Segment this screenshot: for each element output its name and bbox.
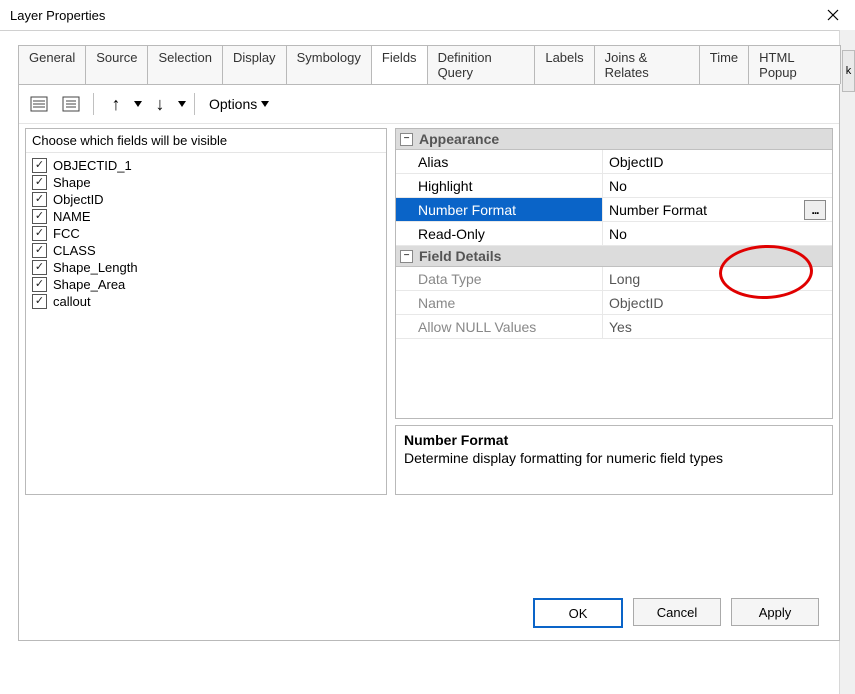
description-text: Determine display formatting for numeric… [404, 450, 824, 466]
fields-visibility-header: Choose which fields will be visible [26, 129, 386, 153]
propgrid-label: Read-Only [396, 222, 603, 245]
toolbar-separator [194, 93, 195, 115]
field-name: ObjectID [53, 192, 104, 207]
propgrid-row[interactable]: Read-OnlyNo [396, 222, 832, 246]
propgrid-value[interactable]: ObjectID [603, 150, 832, 173]
field-item[interactable]: ✓ callout [30, 293, 382, 310]
field-item[interactable]: ✓ OBJECTID_1 [30, 157, 382, 174]
field-name: callout [53, 294, 91, 309]
tab-fields[interactable]: Fields [371, 45, 428, 84]
move-down-button[interactable]: ↓ [146, 90, 174, 118]
propgrid-label: Name [396, 291, 603, 314]
propgrid-value[interactable]: Long [603, 267, 832, 290]
tab-joins-relates[interactable]: Joins & Relates [594, 45, 700, 84]
tab-time[interactable]: Time [699, 45, 749, 84]
tab-source[interactable]: Source [85, 45, 148, 84]
collapse-icon[interactable]: − [400, 250, 413, 263]
fields-toolbar: ↑ ↓ Options [19, 85, 839, 124]
propgrid-value[interactable]: Number Format... [603, 198, 832, 221]
chevron-down-icon [261, 101, 269, 107]
propgrid-label: Data Type [396, 267, 603, 290]
propgrid-group-title: Field Details [419, 248, 501, 264]
checkbox[interactable]: ✓ [32, 243, 47, 258]
arrow-up-icon: ↑ [112, 94, 121, 115]
checkbox[interactable]: ✓ [32, 209, 47, 224]
options-label: Options [209, 96, 257, 112]
tab-strip: GeneralSourceSelectionDisplaySymbologyFi… [18, 45, 840, 84]
titlebar: Layer Properties [0, 0, 855, 31]
propgrid-label: Number Format [396, 198, 603, 221]
propgrid-group-header[interactable]: −Field Details [396, 246, 832, 267]
dialog-buttons: OK Cancel Apply [533, 598, 819, 628]
propgrid-row[interactable]: HighlightNo [396, 174, 832, 198]
propgrid-row[interactable]: AliasObjectID [396, 150, 832, 174]
propgrid-value[interactable]: No [603, 222, 832, 245]
field-name: Shape [53, 175, 91, 190]
cancel-button[interactable]: Cancel [633, 598, 721, 626]
propgrid-row[interactable]: Number FormatNumber Format... [396, 198, 832, 222]
propgrid-label: Allow NULL Values [396, 315, 603, 338]
tab-html-popup[interactable]: HTML Popup [748, 45, 841, 84]
window-title: Layer Properties [10, 8, 105, 23]
propgrid-group-header[interactable]: −Appearance [396, 129, 832, 150]
field-name: CLASS [53, 243, 96, 258]
field-item[interactable]: ✓ FCC [30, 225, 382, 242]
checkbox[interactable]: ✓ [32, 175, 47, 190]
propgrid-label: Alias [396, 150, 603, 173]
view-list1-button[interactable] [25, 90, 53, 118]
view-list2-button[interactable] [57, 90, 85, 118]
propgrid-group-title: Appearance [419, 131, 499, 147]
apply-button[interactable]: Apply [731, 598, 819, 626]
collapse-icon[interactable]: − [400, 133, 413, 146]
ok-button[interactable]: OK [533, 598, 623, 628]
propgrid-value[interactable]: No [603, 174, 832, 197]
propgrid-row[interactable]: Allow NULL ValuesYes [396, 315, 832, 339]
field-item[interactable]: ✓ Shape [30, 174, 382, 191]
checkbox[interactable]: ✓ [32, 158, 47, 173]
close-icon [827, 9, 839, 21]
fields-list: ✓ OBJECTID_1 ✓ Shape ✓ ObjectID ✓ NAME ✓ FCC ✓ CLAS… [26, 153, 386, 494]
tab-display[interactable]: Display [222, 45, 287, 84]
move-up-button[interactable]: ↑ [102, 90, 130, 118]
tab-labels[interactable]: Labels [534, 45, 594, 84]
field-item[interactable]: ✓ Shape_Area [30, 276, 382, 293]
checkbox[interactable]: ✓ [32, 277, 47, 292]
description-title: Number Format [404, 432, 824, 448]
close-button[interactable] [810, 0, 855, 30]
propgrid-row[interactable]: NameObjectID [396, 291, 832, 315]
field-item[interactable]: ✓ CLASS [30, 242, 382, 259]
tab-selection[interactable]: Selection [147, 45, 222, 84]
background-scrollbar: k [839, 30, 855, 694]
property-grid: −AppearanceAliasObjectIDHighlightNoNumbe… [395, 128, 833, 419]
ellipsis-button[interactable]: ... [804, 200, 826, 220]
arrow-down-icon: ↓ [156, 94, 165, 115]
field-name: OBJECTID_1 [53, 158, 132, 173]
propgrid-row[interactable]: Data TypeLong [396, 267, 832, 291]
checkbox[interactable]: ✓ [32, 294, 47, 309]
checkbox[interactable]: ✓ [32, 192, 47, 207]
checkbox[interactable]: ✓ [32, 226, 47, 241]
field-item[interactable]: ✓ NAME [30, 208, 382, 225]
propgrid-label: Highlight [396, 174, 603, 197]
behind-button: k [842, 50, 855, 92]
tab-symbology[interactable]: Symbology [286, 45, 372, 84]
field-item[interactable]: ✓ ObjectID [30, 191, 382, 208]
property-description: Number Format Determine display formatti… [395, 425, 833, 495]
field-name: Shape_Area [53, 277, 125, 292]
options-menu-button[interactable]: Options [203, 94, 275, 114]
move-up-dropdown-icon[interactable] [134, 101, 142, 107]
tab-panel-fields: ↑ ↓ Options Choose which fields will be … [18, 84, 840, 641]
field-name: FCC [53, 226, 80, 241]
field-name: Shape_Length [53, 260, 138, 275]
tab-general[interactable]: General [18, 45, 86, 84]
tab-definition-query[interactable]: Definition Query [427, 45, 536, 84]
move-down-dropdown-icon[interactable] [178, 101, 186, 107]
checkbox[interactable]: ✓ [32, 260, 47, 275]
field-name: NAME [53, 209, 91, 224]
propgrid-value[interactable]: ObjectID [603, 291, 832, 314]
field-item[interactable]: ✓ Shape_Length [30, 259, 382, 276]
fields-visibility-pane: Choose which fields will be visible ✓ OBJ… [25, 128, 387, 495]
toolbar-separator [93, 93, 94, 115]
propgrid-value[interactable]: Yes [603, 315, 832, 338]
